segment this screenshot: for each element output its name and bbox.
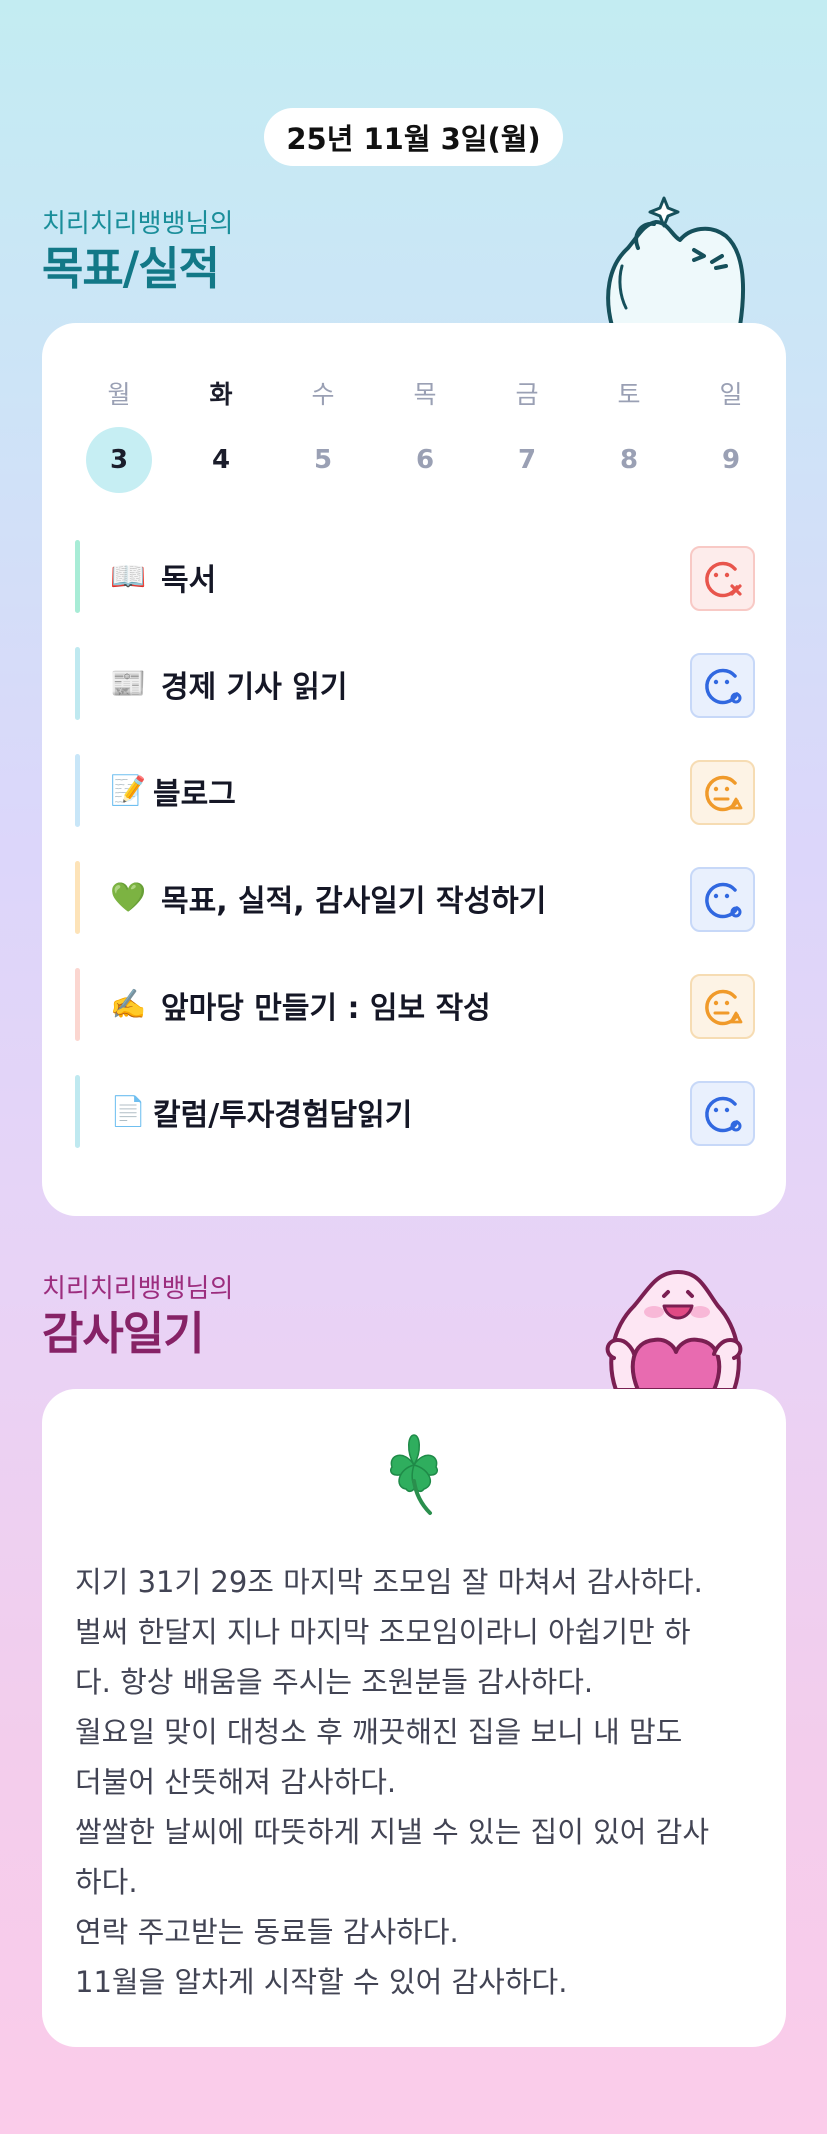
goal-color-bar [75,968,80,1041]
gratitude-line: 다. 항상 배움을 주시는 조원분들 감사하다. [75,1665,594,1699]
face-status-icon [704,989,742,1025]
gratitude-line: 지기 31기 29조 마지막 조모임 잘 마쳐서 감사하다. [75,1565,703,1599]
face-status-icon [704,561,742,597]
memo-icon: 📝 [109,773,147,807]
goal-item[interactable]: 📝 블로그 [75,754,755,827]
goal-item[interactable]: 📰 경제 기사 읽기 [75,647,755,720]
status-done-button[interactable] [690,653,755,718]
weekday-thu: 목 [413,380,437,409]
gratitude-line: 벌써 한달지 지나 마지막 조모임이라니 아쉽기만 하 [75,1615,691,1649]
gratitude-line: 더불어 산뜻해져 감사하다. [75,1765,397,1799]
face-status-icon [704,668,741,704]
goal-label: 칼럼/투자경험담읽기 [153,1097,413,1133]
four-leaf-clover-icon [389,1434,439,1515]
goal-label: 독서 [161,562,217,598]
goal-color-bar [75,861,80,934]
goal-item[interactable]: 📖 독서 [75,540,755,613]
weekday-wed: 수 [311,380,335,409]
day-7-button[interactable]: 7 [476,427,578,493]
goal-color-bar [75,754,80,827]
goal-item[interactable]: 💚 목표, 실적, 감사일기 작성하기 [75,861,755,934]
goals-section-title: 목표/실적 [42,242,220,295]
face-status-icon [704,882,741,918]
day-4-button[interactable]: 4 [170,427,272,493]
goal-item[interactable]: ✍️ 앞마당 만들기 : 임보 작성 [75,968,755,1041]
status-done-button[interactable] [690,867,755,932]
goals-card: 월 화 수 목 금 토 일 3 4 5 6 7 8 9 📖 독서 📰 경제 기사 읽기… [42,323,786,1216]
heart-mascot-icon [605,1270,743,1390]
ghost-mascot-icon [606,196,746,328]
status-done-button[interactable] [690,1081,755,1146]
day-9-button[interactable]: 9 [680,427,782,493]
goal-label: 목표, 실적, 감사일기 작성하기 [161,883,547,919]
day-5-button[interactable]: 5 [272,427,374,493]
day-3-button[interactable]: 3 [68,427,170,493]
weekday-sun: 일 [719,380,743,409]
face-status-icon [704,1096,741,1132]
gratitude-line: 11월을 알차게 시작할 수 있어 감사하다. [75,1965,568,1999]
day-selector: 3 4 5 6 7 8 9 [68,427,782,493]
gratitude-line: 하다. [75,1865,138,1899]
gratitude-line: 연락 주고받는 동료들 감사하다. [75,1915,459,1949]
gratitude-section-title: 감사일기 [42,1307,205,1360]
gratitude-card: 지기 31기 29조 마지막 조모임 잘 마쳐서 감사하다. 벌써 한달지 지나 … [42,1389,786,2047]
gratitude-line: 쌀쌀한 날씨에 따뜻하게 지낼 수 있는 집이 있어 감사 [75,1815,710,1849]
day-8-button[interactable]: 8 [578,427,680,493]
goal-color-bar [75,540,80,613]
status-partial-button[interactable] [690,760,755,825]
weekday-tue: 화 [209,380,233,409]
date-pill[interactable]: 25년 11월 3일(월) [264,108,563,166]
weekday-sat: 토 [617,380,641,409]
goal-color-bar [75,647,80,720]
goal-label: 경제 기사 읽기 [161,669,348,705]
green-heart-icon: 💚 [109,880,147,914]
weekday-mon: 월 [107,380,131,409]
page-icon: 📄 [109,1094,147,1128]
goal-item[interactable]: 📄 칼럼/투자경험담읽기 [75,1075,755,1148]
day-6-button[interactable]: 6 [374,427,476,493]
face-status-icon [704,775,742,811]
gratitude-line: 월요일 맞이 대청소 후 깨끗해진 집을 보니 내 맘도 [75,1715,683,1749]
book-icon: 📖 [109,559,147,593]
status-partial-button[interactable] [690,974,755,1039]
writing-hand-icon: ✍️ [109,987,147,1021]
weekday-header: 월 화 수 목 금 토 일 [68,375,782,411]
gratitude-text: 지기 31기 29조 마지막 조모임 잘 마쳐서 감사하다. 벌써 한달지 지나 … [75,1557,765,2007]
goal-label: 앞마당 만들기 : 임보 작성 [161,990,491,1026]
goal-color-bar [75,1075,80,1148]
goal-list: 📖 독서 📰 경제 기사 읽기 📝 블로그 💚 목표, 실적, 감사일기 작성하기 ✍️ 앞마당 … [75,540,755,1182]
weekday-fri: 금 [515,380,539,409]
status-fail-button[interactable] [690,546,755,611]
goal-label: 블로그 [153,776,236,812]
newspaper-icon: 📰 [109,666,147,700]
